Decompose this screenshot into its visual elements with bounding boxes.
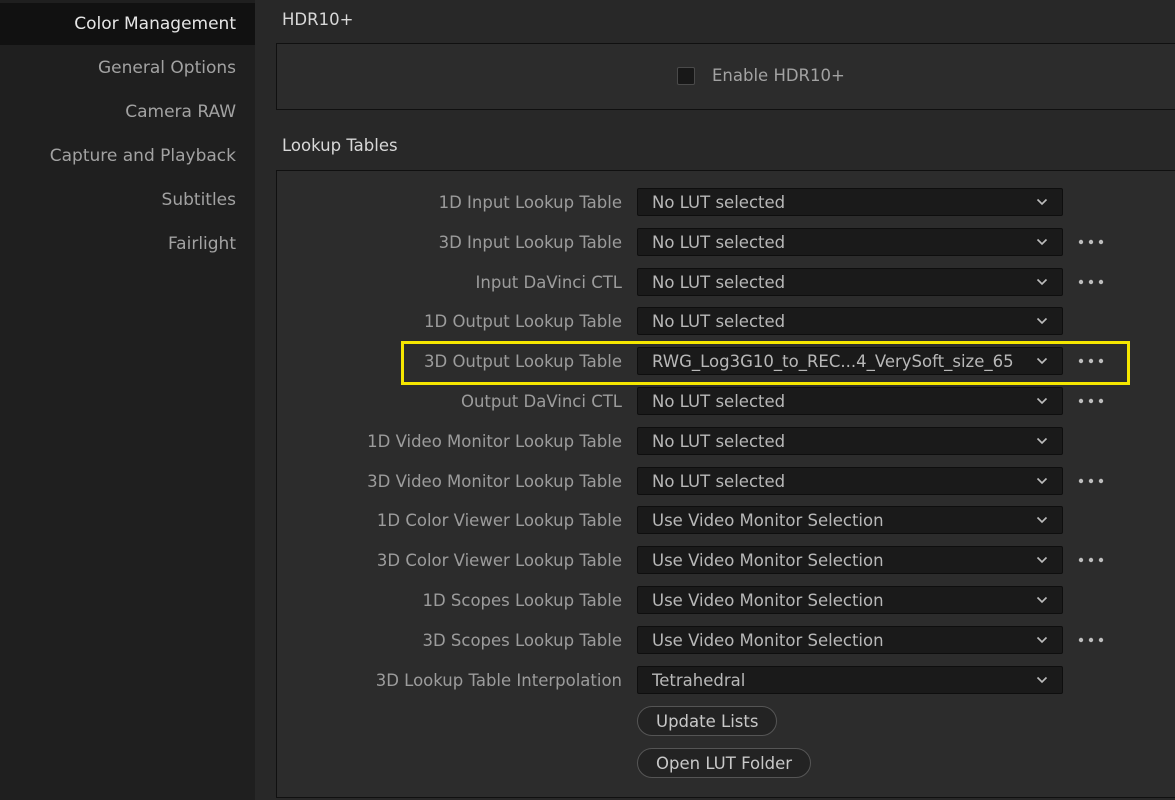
more-horizontal-icon[interactable] (1077, 347, 1105, 375)
chevron-down-icon (1036, 198, 1048, 206)
lut-dropdown-value: No LUT selected (652, 192, 786, 212)
lut-dropdown[interactable]: No LUT selected (637, 268, 1063, 296)
chevron-down-icon (1036, 397, 1048, 405)
sidebar-item-general-options[interactable]: General Options (0, 47, 255, 89)
lut-row-label: 3D Color Viewer Lookup Table (376, 550, 622, 570)
lut-dropdown[interactable]: No LUT selected (637, 307, 1063, 335)
hdr-section-title: HDR10+ (282, 10, 354, 29)
sidebar-item-label: Capture and Playback (49, 146, 236, 166)
lut-row-label: 3D Output Lookup Table (424, 351, 622, 371)
lut-row-label: 1D Scopes Lookup Table (422, 590, 622, 610)
lut-dropdown[interactable]: Use Video Monitor Selection (637, 586, 1063, 614)
lut-dropdown-value: Tetrahedral (652, 670, 746, 690)
chevron-down-icon (1036, 278, 1048, 286)
lut-row-label: Input DaVinci CTL (475, 272, 622, 292)
sidebar-item-camera-raw[interactable]: Camera RAW (0, 91, 255, 133)
chevron-down-icon (1036, 357, 1048, 365)
chevron-down-icon (1036, 516, 1048, 524)
sidebar-item-capture-and-playback[interactable]: Capture and Playback (0, 135, 255, 177)
lut-dropdown-value: No LUT selected (652, 311, 786, 331)
lut-dropdown[interactable]: No LUT selected (637, 427, 1063, 455)
lut-dropdown[interactable]: No LUT selected (637, 228, 1063, 256)
lut-dropdown[interactable]: Use Video Monitor Selection (637, 546, 1063, 574)
chevron-down-icon (1036, 437, 1048, 445)
chevron-down-icon (1036, 676, 1048, 684)
sidebar-item-label: Color Management (74, 14, 236, 34)
lut-dropdown-value: RWG_Log3G10_to_REC...4_VerySoft_size_65 (652, 351, 1014, 371)
sidebar-item-label: Camera RAW (125, 102, 236, 122)
lut-dropdown-value: No LUT selected (652, 471, 786, 491)
lut-dropdown[interactable]: Tetrahedral (637, 666, 1063, 694)
lut-dropdown[interactable]: No LUT selected (637, 188, 1063, 216)
more-horizontal-icon[interactable] (1077, 546, 1105, 574)
lut-row-label: 3D Lookup Table Interpolation (375, 670, 622, 690)
lut-row-label: 1D Input Lookup Table (438, 192, 622, 212)
chevron-down-icon (1036, 238, 1048, 246)
lut-dropdown-value: Use Video Monitor Selection (652, 550, 884, 570)
sidebar-item-label: Subtitles (161, 190, 236, 210)
lut-dropdown-value: Use Video Monitor Selection (652, 630, 884, 650)
lut-dropdown-value: No LUT selected (652, 272, 786, 292)
lut-dropdown-value: No LUT selected (652, 391, 786, 411)
lut-dropdown[interactable]: Use Video Monitor Selection (637, 626, 1063, 654)
lut-dropdown[interactable]: Use Video Monitor Selection (637, 506, 1063, 534)
lut-dropdown-value: No LUT selected (652, 431, 786, 451)
sidebar: Color Management General Options Camera … (0, 0, 255, 800)
sidebar-item-label: Fairlight (167, 234, 236, 254)
more-horizontal-icon[interactable] (1077, 387, 1105, 415)
sidebar-item-color-management[interactable]: Color Management (0, 3, 255, 45)
enable-hdr10-label: Enable HDR10+ (712, 66, 845, 85)
sidebar-item-fairlight[interactable]: Fairlight (0, 223, 255, 265)
chevron-down-icon (1036, 317, 1048, 325)
more-horizontal-icon[interactable] (1077, 467, 1105, 495)
lut-row-label: 3D Input Lookup Table (438, 232, 622, 252)
update-lists-button[interactable]: Update Lists (637, 706, 778, 736)
lut-row-label: Output DaVinci CTL (460, 391, 622, 411)
lut-dropdown-value: No LUT selected (652, 232, 786, 252)
enable-hdr10-checkbox-row[interactable]: Enable HDR10+ (677, 66, 845, 85)
lut-row-label: 1D Color Viewer Lookup Table (376, 510, 622, 530)
preferences-window: Color Management General Options Camera … (0, 0, 1175, 800)
lut-row-label: 3D Scopes Lookup Table (422, 630, 622, 650)
sidebar-item-label: General Options (98, 58, 236, 78)
lut-dropdown[interactable]: No LUT selected (637, 467, 1063, 495)
chevron-down-icon (1036, 556, 1048, 564)
lut-dropdown[interactable]: No LUT selected (637, 387, 1063, 415)
lut-row-label: 1D Output Lookup Table (424, 311, 622, 331)
hdr-panel: Enable HDR10+ (276, 43, 1175, 110)
lut-row-label: 1D Video Monitor Lookup Table (367, 431, 622, 451)
sidebar-item-subtitles[interactable]: Subtitles (0, 179, 255, 221)
lut-dropdown[interactable]: RWG_Log3G10_to_REC...4_VerySoft_size_65 (637, 347, 1063, 375)
more-horizontal-icon[interactable] (1077, 268, 1105, 296)
lut-dropdown-value: Use Video Monitor Selection (652, 510, 884, 530)
enable-hdr10-checkbox[interactable] (677, 66, 695, 85)
chevron-down-icon (1036, 636, 1048, 644)
lut-dropdown-value: Use Video Monitor Selection (652, 590, 884, 610)
open-lut-folder-button[interactable]: Open LUT Folder (637, 748, 812, 778)
more-horizontal-icon[interactable] (1077, 228, 1105, 256)
chevron-down-icon (1036, 477, 1048, 485)
chevron-down-icon (1036, 596, 1048, 604)
more-horizontal-icon[interactable] (1077, 626, 1105, 654)
lut-row-label: 3D Video Monitor Lookup Table (367, 471, 622, 491)
lookup-tables-section-title: Lookup Tables (282, 136, 398, 155)
